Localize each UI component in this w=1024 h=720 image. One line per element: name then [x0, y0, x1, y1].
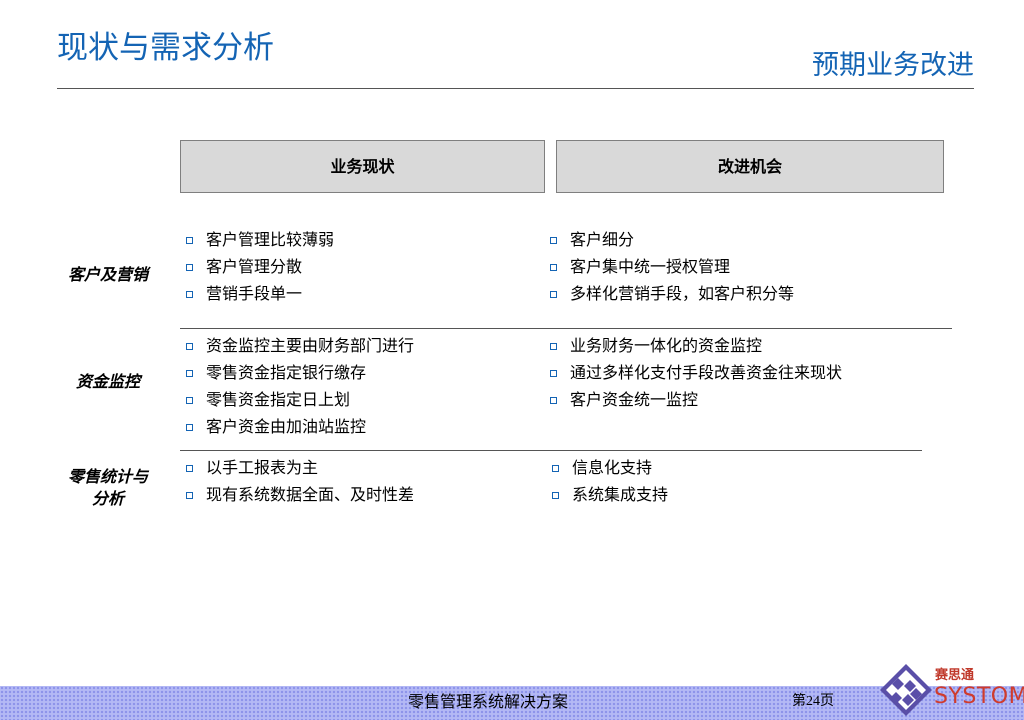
square-bullet-icon — [550, 237, 557, 244]
list-item: 信息化支持 — [546, 454, 668, 481]
title-divider — [57, 88, 974, 89]
square-bullet-icon — [186, 492, 193, 499]
row-divider — [180, 328, 952, 329]
logo-text-cn: 赛思通 — [935, 668, 975, 683]
square-bullet-icon — [186, 424, 193, 431]
page-subtitle: 预期业务改进 — [812, 50, 974, 81]
square-bullet-icon — [550, 370, 557, 377]
list-item: 系统集成支持 — [546, 481, 668, 508]
list-item: 业务财务一体化的资金监控 — [544, 332, 842, 359]
page-title: 现状与需求分析 — [57, 30, 274, 66]
square-bullet-icon — [186, 237, 193, 244]
square-bullet-icon — [186, 343, 193, 350]
list-item: 零售资金指定银行缴存 — [180, 359, 414, 386]
logo-text-en: SYSTOM — [934, 684, 1024, 709]
list-item: 现有系统数据全面、及时性差 — [180, 481, 414, 508]
row-label-stats: 零售统计与 分析 — [67, 467, 148, 508]
current-list-customer: 客户管理比较薄弱 客户管理分散 营销手段单一 — [180, 226, 334, 307]
list-item: 以手工报表为主 — [180, 454, 414, 481]
list-item: 零售资金指定日上划 — [180, 386, 414, 413]
row-divider — [180, 450, 922, 451]
list-item: 营销手段单一 — [180, 280, 334, 307]
row-label-funds: 资金监控 — [75, 372, 140, 391]
list-item: 客户管理分散 — [180, 253, 334, 280]
square-bullet-icon — [186, 264, 193, 271]
square-bullet-icon — [186, 291, 193, 298]
square-bullet-icon — [186, 397, 193, 404]
list-item: 客户细分 — [544, 226, 794, 253]
list-item: 资金监控主要由财务部门进行 — [180, 332, 414, 359]
list-item: 客户集中统一授权管理 — [544, 253, 794, 280]
square-bullet-icon — [552, 465, 559, 472]
current-list-funds: 资金监控主要由财务部门进行 零售资金指定银行缴存 零售资金指定日上划 客户资金由… — [180, 332, 414, 440]
square-bullet-icon — [550, 343, 557, 350]
column-header-improve: 改进机会 — [556, 140, 944, 193]
list-item: 客户资金由加油站监控 — [180, 413, 414, 440]
square-bullet-icon — [550, 264, 557, 271]
improve-list-customer: 客户细分 客户集中统一授权管理 多样化营销手段，如客户积分等 — [544, 226, 794, 307]
improve-list-funds: 业务财务一体化的资金监控 通过多样化支付手段改善资金往来现状 客户资金统一监控 — [544, 332, 842, 413]
row-label-customer: 客户及营销 — [67, 265, 148, 284]
column-header-current: 业务现状 — [180, 140, 545, 193]
square-bullet-icon — [552, 492, 559, 499]
list-item: 通过多样化支付手段改善资金往来现状 — [544, 359, 842, 386]
square-bullet-icon — [186, 370, 193, 377]
square-bullet-icon — [186, 465, 193, 472]
list-item: 客户资金统一监控 — [544, 386, 842, 413]
list-item: 多样化营销手段，如客户积分等 — [544, 280, 794, 307]
list-item: 客户管理比较薄弱 — [180, 226, 334, 253]
page-number: 第24页 — [792, 694, 834, 709]
square-bullet-icon — [550, 397, 557, 404]
current-list-stats: 以手工报表为主 现有系统数据全面、及时性差 — [180, 454, 414, 508]
square-bullet-icon — [550, 291, 557, 298]
improve-list-stats: 信息化支持 系统集成支持 — [546, 454, 668, 508]
